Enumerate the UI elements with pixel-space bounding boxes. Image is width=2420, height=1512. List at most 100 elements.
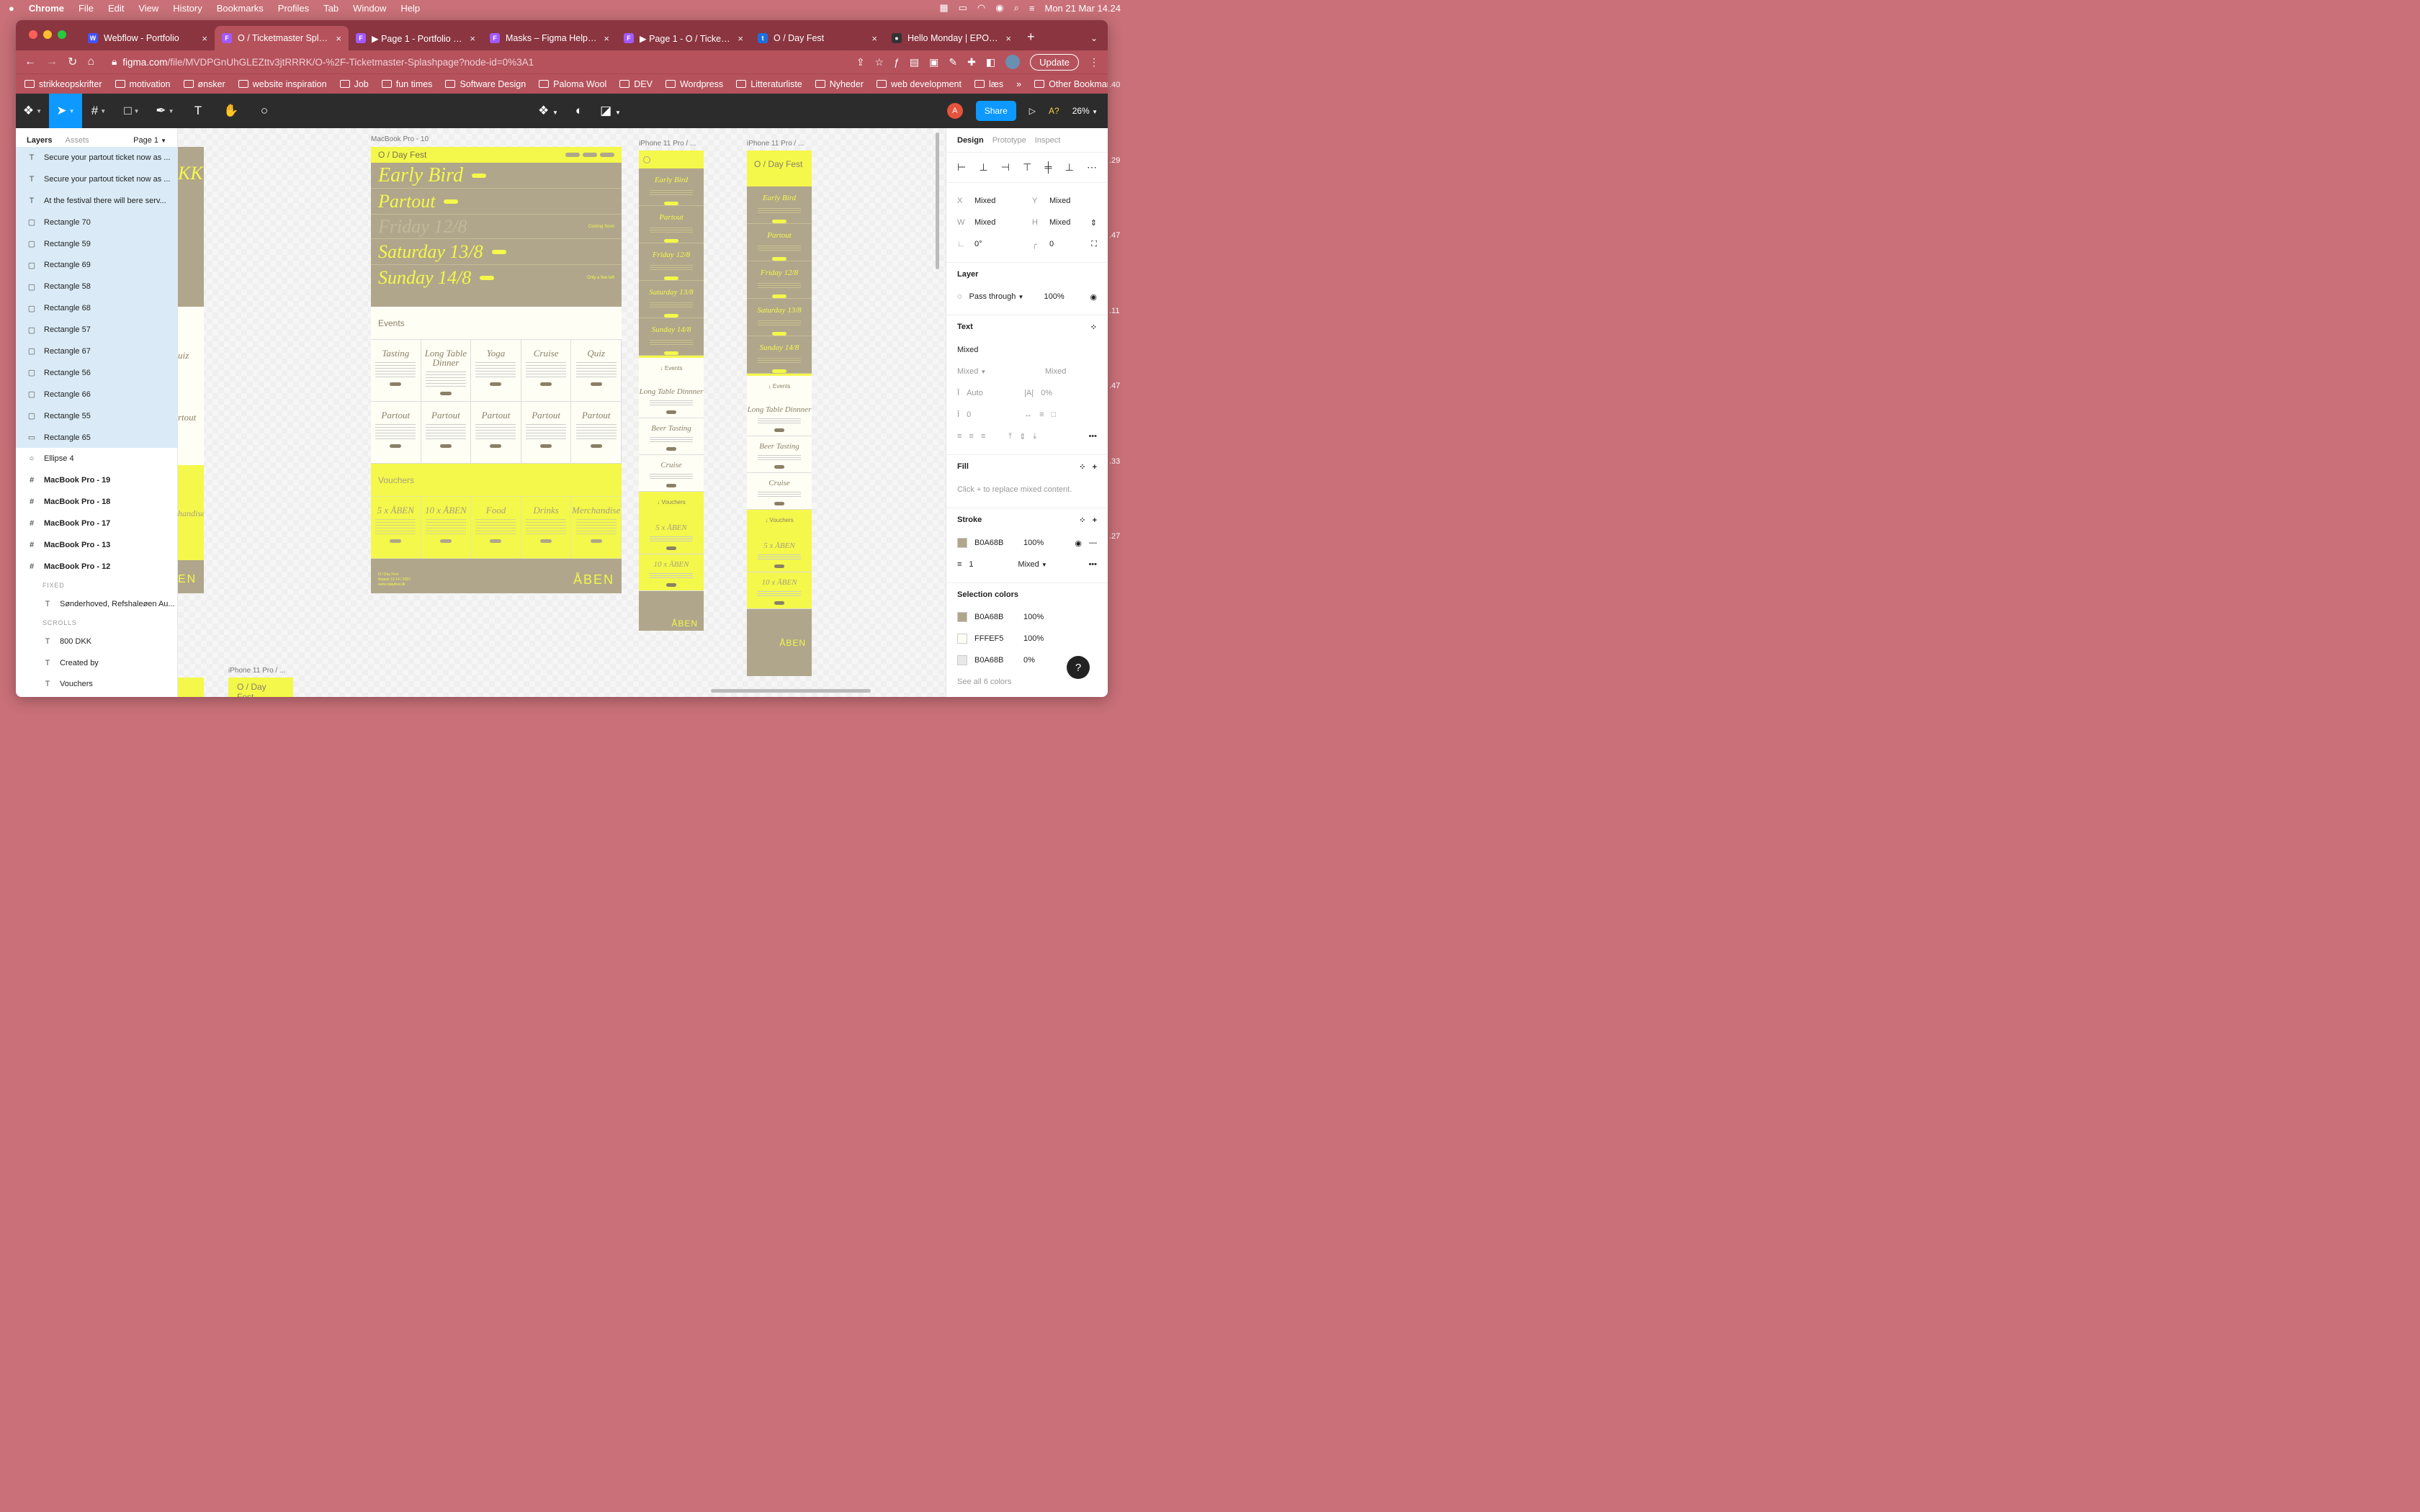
stroke-weight-field[interactable]: 1 xyxy=(969,560,1010,569)
shape-tool-button[interactable]: □ ▼ xyxy=(115,94,148,128)
canvas-horizontal-scrollbar[interactable] xyxy=(711,689,871,693)
layer-row[interactable]: T Vouchers xyxy=(16,673,177,695)
more-options-icon[interactable]: ••• xyxy=(1088,432,1097,441)
menu-bookmarks[interactable]: Bookmarks xyxy=(217,3,264,14)
comment-tool-button[interactable]: ○ xyxy=(248,94,281,128)
align-middle-v-icon[interactable]: ╪ xyxy=(1045,161,1052,174)
eye-icon[interactable]: ◉ xyxy=(1075,539,1082,548)
pen-tool-button[interactable]: ✒ ▼ xyxy=(148,94,182,128)
tab-design[interactable]: Design xyxy=(957,136,984,145)
menu-edit[interactable]: Edit xyxy=(108,3,124,14)
frame-label[interactable]: MacBook Pro - 10 xyxy=(371,135,429,143)
text-styles-icon[interactable]: ⁘ xyxy=(1090,323,1097,332)
browser-tab[interactable]: F ▶ Page 1 - Portfolio proj × xyxy=(349,26,483,50)
apple-icon[interactable]: ● xyxy=(9,3,14,14)
color-swatch[interactable] xyxy=(957,655,967,665)
bookmark-item[interactable]: web development xyxy=(877,79,962,89)
card-cell[interactable]: Partout xyxy=(521,402,572,464)
component-icon[interactable]: ❖ ▼ xyxy=(538,104,558,118)
card-cell[interactable]: Long Table Dinner xyxy=(421,340,472,402)
card-cell[interactable]: Food xyxy=(471,497,521,559)
close-tab-icon[interactable]: × xyxy=(871,33,877,44)
text-align-left-icon[interactable]: ≡ xyxy=(957,432,962,441)
auto-height-icon[interactable]: ≡ xyxy=(1039,410,1044,419)
address-bar[interactable]: 🔒︎ figma.com/file/MVDPGnUhGLEZttv3jtRRRK… xyxy=(104,53,846,71)
more-bookmarks-chevron-icon[interactable]: » xyxy=(1016,79,1021,89)
menu-view[interactable]: View xyxy=(138,3,158,14)
partial-frame-left-events[interactable]: uiz rtout xyxy=(178,307,204,465)
browser-tab[interactable]: F Masks – Figma Help Cen × xyxy=(483,26,617,50)
browser-menu-icon[interactable]: ⋮ xyxy=(1089,56,1099,68)
vertical-align-middle-icon[interactable]: ⇕ xyxy=(1019,432,1026,441)
card-cell[interactable]: 10 x ÅBEN xyxy=(421,497,472,559)
font-size-field[interactable]: Mixed xyxy=(1045,367,1066,376)
align-bottom-icon[interactable]: ⊥ xyxy=(1065,161,1074,174)
see-all-colors-link[interactable]: See all 6 colors xyxy=(957,678,1011,686)
radius-field[interactable]: 0 xyxy=(1049,240,1054,248)
line-height-field[interactable]: Auto xyxy=(967,389,1017,397)
app-menu[interactable]: Chrome xyxy=(29,3,64,14)
close-tab-icon[interactable]: × xyxy=(470,33,475,44)
add-fill-icon[interactable]: + xyxy=(1093,463,1097,472)
bookmark-item[interactable]: Job xyxy=(339,79,369,89)
stroke-opacity-field[interactable]: 100% xyxy=(1023,539,1044,547)
card-cell[interactable]: Partout xyxy=(421,402,472,464)
stroke-swatch[interactable] xyxy=(957,538,967,548)
layer-row[interactable]: # MacBook Pro - 13 xyxy=(16,534,177,556)
browser-tab[interactable]: ● Hello Monday | EPOS – I × xyxy=(884,26,1018,50)
layer-row[interactable]: ▢ Rectangle 67 xyxy=(16,341,177,362)
control-center-icon[interactable]: ≡ xyxy=(1029,3,1035,14)
font-warning-icon[interactable]: A? xyxy=(1049,106,1059,116)
browser-tab[interactable]: W Webflow - Portfolio × xyxy=(81,26,215,50)
stroke-color-field[interactable]: B0A68B xyxy=(974,539,1016,547)
user-icon[interactable]: ◉ xyxy=(995,2,1003,14)
share-page-icon[interactable]: ⇪ xyxy=(856,56,865,68)
layer-row[interactable]: T Secure your partout ticket now as ... xyxy=(16,168,177,190)
selection-color-row[interactable]: B0A68B 100% xyxy=(957,606,1097,628)
stroke-styles-icon[interactable]: ⁘ xyxy=(1079,516,1085,525)
layer-row[interactable]: ▭ Rectangle 65 xyxy=(16,426,177,449)
color-hex[interactable]: B0A68B xyxy=(974,613,1016,621)
menu-profiles[interactable]: Profiles xyxy=(278,3,309,14)
frame-tool-button[interactable]: # ▼ xyxy=(82,94,115,128)
card-cell[interactable]: Tasting xyxy=(371,340,421,402)
calendar-icon[interactable]: ▦ xyxy=(939,2,948,14)
back-icon[interactable]: ← xyxy=(24,55,36,68)
card-cell[interactable]: Quiz xyxy=(571,340,622,402)
layer-row[interactable]: # MacBook Pro - 12 xyxy=(16,556,177,577)
wifi-icon[interactable]: ◠ xyxy=(977,2,985,14)
bookmark-item[interactable]: Nyheder xyxy=(815,79,864,89)
menu-tab[interactable]: Tab xyxy=(323,3,339,14)
iphone-frame-1[interactable]: Early Bird Partout Friday 12/8 Saturday 13/… xyxy=(639,150,704,631)
partial-frame-left[interactable]: KK xyxy=(178,147,204,307)
fixed-size-icon[interactable]: □ xyxy=(1051,410,1056,419)
layer-row[interactable]: # MacBook Pro - 19 xyxy=(16,469,177,491)
color-opacity[interactable]: 100% xyxy=(1023,613,1044,621)
extension-doc-icon[interactable]: ▤ xyxy=(910,56,919,68)
extension-terminal-icon[interactable]: ▣ xyxy=(929,56,938,68)
align-right-icon[interactable]: ⊣ xyxy=(1001,161,1010,174)
layer-row[interactable]: # MacBook Pro - 17 xyxy=(16,513,177,534)
update-button[interactable]: Update xyxy=(1030,53,1079,71)
card-cell[interactable]: Drinks xyxy=(521,497,572,559)
minimize-window-button[interactable] xyxy=(43,30,52,39)
w-field[interactable]: Mixed xyxy=(974,218,1025,227)
layer-row[interactable]: ▢ Rectangle 68 xyxy=(16,297,177,320)
layer-row[interactable]: ▢ Rectangle 57 xyxy=(16,319,177,341)
layer-row[interactable]: ▢ Rectangle 58 xyxy=(16,276,177,298)
frame-label[interactable]: iPhone 11 Pro / ... xyxy=(747,140,804,148)
bookmark-item[interactable]: motivation xyxy=(115,79,171,89)
layer-row[interactable]: T Created by xyxy=(16,652,177,674)
bookmark-item[interactable]: Paloma Wool xyxy=(539,79,606,89)
opacity-field[interactable]: 100% xyxy=(1044,292,1065,301)
zoom-level[interactable]: 26% ▼ xyxy=(1072,106,1098,116)
text-tool-button[interactable]: T xyxy=(182,94,215,128)
layer-row[interactable]: ▢ Rectangle 55 xyxy=(16,405,177,427)
close-tab-icon[interactable]: × xyxy=(604,33,609,44)
layer-row[interactable]: ○ Ellipse 4 xyxy=(16,448,177,469)
card-cell[interactable]: Partout xyxy=(571,402,622,464)
forward-icon[interactable]: → xyxy=(46,55,58,68)
bookmark-item[interactable]: strikkeopskrifter xyxy=(24,79,102,89)
text-align-right-icon[interactable]: ≡ xyxy=(981,432,985,441)
main-menu-button[interactable]: ❖ ▼ xyxy=(16,94,49,128)
